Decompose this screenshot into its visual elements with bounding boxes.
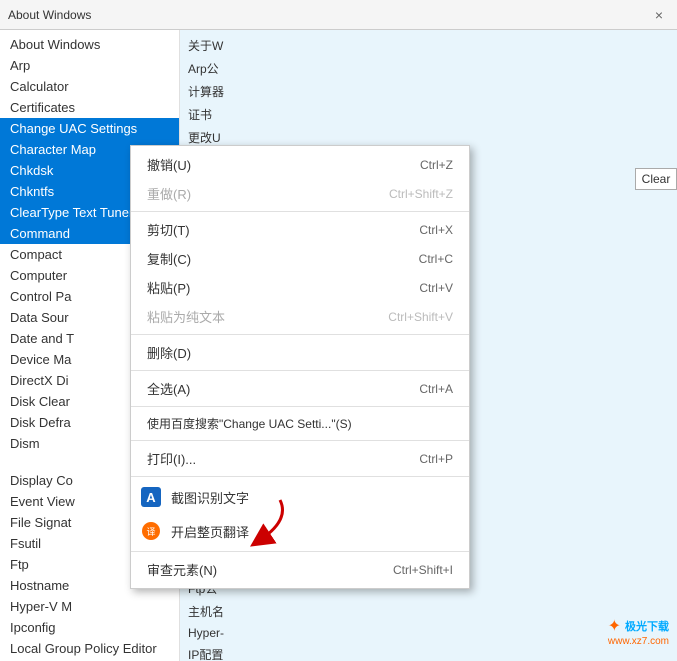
menu-shortcut: Ctrl+V <box>419 281 453 295</box>
watermark-area: ✦ 极光下载 www.xz7.com <box>477 601 677 661</box>
right-list-item: 计算器 <box>180 80 677 103</box>
menu-separator <box>131 211 469 212</box>
watermark-star-icon: ✦ <box>608 616 621 636</box>
menu-shortcut: Ctrl+A <box>419 382 453 396</box>
menu-item-label: 剪切(T) <box>147 220 379 239</box>
menu-separator <box>131 406 469 407</box>
clear-button[interactable]: Clear <box>635 168 677 190</box>
menu-item[interactable]: 使用百度搜索"Change UAC Setti..."(S) <box>131 410 469 437</box>
title-bar: About Windows × <box>0 0 677 30</box>
translate-icon: 译 <box>139 519 163 543</box>
main-window: About Windows × About WindowsArpCalculat… <box>0 0 677 661</box>
menu-item-label: 打印(I)... <box>147 449 379 468</box>
menu-item[interactable]: 撤销(U) Ctrl+Z <box>131 150 469 179</box>
menu-shortcut: Ctrl+X <box>419 223 453 237</box>
watermark-logo-text: 极光下载 <box>625 618 669 634</box>
right-list-item: Arp公 <box>180 57 677 80</box>
menu-item-label: 截图识别文字 <box>171 488 249 507</box>
menu-item-label: 复制(C) <box>147 249 379 268</box>
menu-icon-item[interactable]: 译 开启整页翻译 <box>131 514 469 548</box>
right-list-item: 关于W <box>180 34 677 57</box>
left-list-item[interactable]: Calculator <box>0 76 179 97</box>
menu-item: 重做(R) Ctrl+Shift+Z <box>131 179 469 208</box>
svg-text:A: A <box>146 490 156 505</box>
watermark-logo: ✦ 极光下载 <box>608 616 669 636</box>
menu-item[interactable]: 全选(A) Ctrl+A <box>131 374 469 403</box>
left-list-item[interactable]: Change UAC Settings <box>0 118 179 139</box>
menu-item-label: 全选(A) <box>147 379 379 398</box>
menu-item-label: 审查元素(N) <box>147 560 353 579</box>
menu-item: 粘贴为纯文本 Ctrl+Shift+V <box>131 302 469 331</box>
menu-separator <box>131 370 469 371</box>
menu-item[interactable]: 剪切(T) Ctrl+X <box>131 215 469 244</box>
menu-shortcut: Ctrl+Z <box>420 158 453 172</box>
menu-item[interactable]: 审查元素(N) Ctrl+Shift+I <box>131 555 469 584</box>
menu-item-label: 粘贴(P) <box>147 278 379 297</box>
menu-separator <box>131 551 469 552</box>
menu-item[interactable]: 打印(I)... Ctrl+P <box>131 444 469 473</box>
watermark-url: www.xz7.com <box>608 636 669 647</box>
left-list-item[interactable]: Hyper-V M <box>0 596 179 617</box>
window-title: About Windows <box>8 8 649 22</box>
menu-item-label: 粘贴为纯文本 <box>147 307 348 326</box>
menu-shortcut: Ctrl+P <box>419 452 453 466</box>
menu-item-label: 撤销(U) <box>147 155 380 174</box>
menu-separator <box>131 440 469 441</box>
menu-separator <box>131 334 469 335</box>
svg-text:译: 译 <box>146 527 155 537</box>
menu-separator <box>131 476 469 477</box>
left-list-item[interactable]: Certificates <box>0 97 179 118</box>
menu-shortcut: Ctrl+Shift+Z <box>389 187 453 201</box>
context-menu: 撤销(U) Ctrl+Z 重做(R) Ctrl+Shift+Z 剪切(T) Ctrl+X 复… <box>130 145 470 589</box>
menu-item-label: 删除(D) <box>147 343 453 362</box>
left-list-item[interactable]: Local Group Policy Editor <box>0 638 179 659</box>
menu-item-label: 重做(R) <box>147 184 349 203</box>
menu-shortcut: Ctrl+Shift+I <box>393 563 453 577</box>
left-list-item[interactable]: About Windows <box>0 34 179 55</box>
menu-item[interactable]: 粘贴(P) Ctrl+V <box>131 273 469 302</box>
menu-item[interactable]: 删除(D) <box>131 338 469 367</box>
right-list-item: 证书 <box>180 103 677 126</box>
ocr-icon: A <box>139 485 163 509</box>
left-list-item[interactable]: Arp <box>0 55 179 76</box>
menu-shortcut: Ctrl+C <box>419 252 453 266</box>
left-list-item[interactable]: Ipconfig <box>0 617 179 638</box>
menu-shortcut: Ctrl+Shift+V <box>388 310 453 324</box>
menu-item-label: 使用百度搜索"Change UAC Setti..."(S) <box>147 415 453 432</box>
watermark: ✦ 极光下载 www.xz7.com <box>608 616 669 647</box>
menu-item[interactable]: 复制(C) Ctrl+C <box>131 244 469 273</box>
menu-item-label: 开启整页翻译 <box>171 522 249 541</box>
close-button[interactable]: × <box>649 5 669 25</box>
menu-icon-item[interactable]: A 截图识别文字 <box>131 480 469 514</box>
